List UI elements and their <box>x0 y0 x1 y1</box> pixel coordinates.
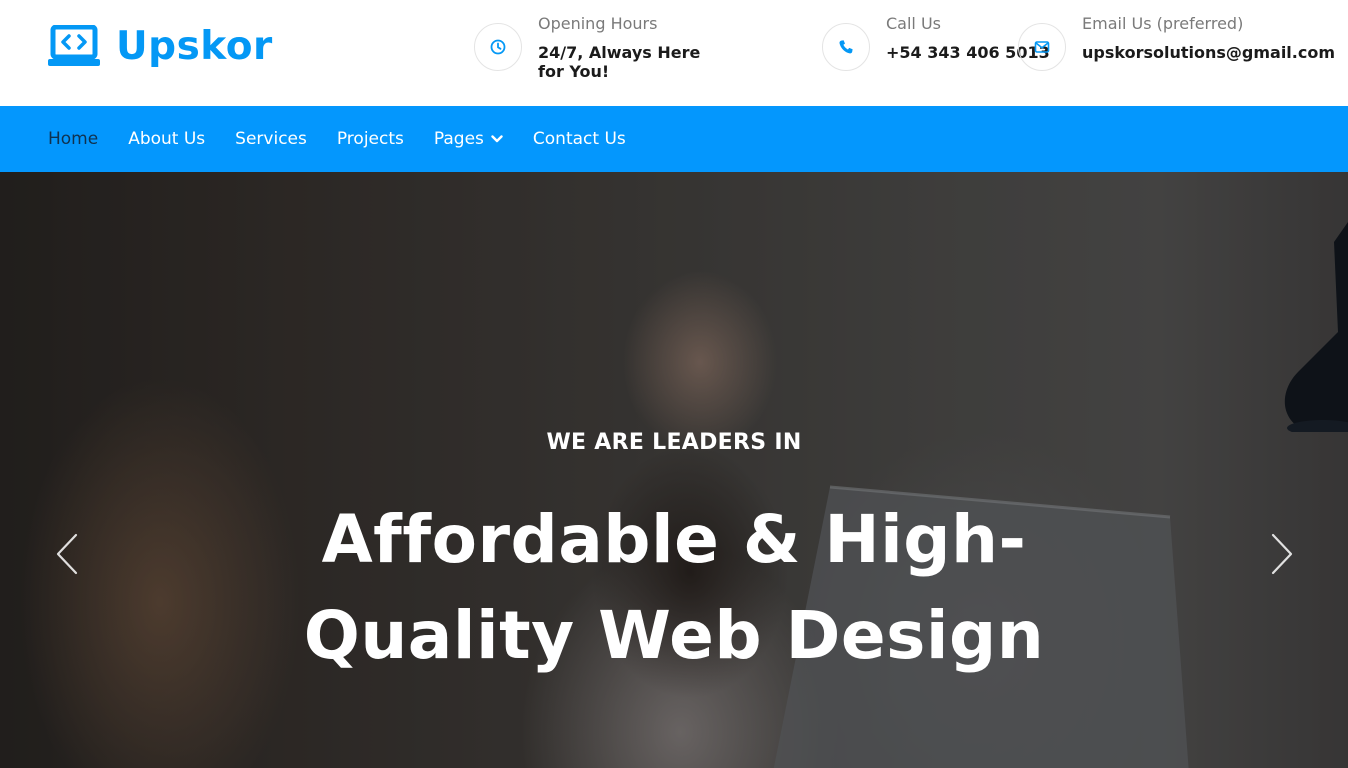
email-address[interactable]: upskorsolutions@gmail.com <box>1082 43 1335 62</box>
laptop-code-icon <box>48 25 100 66</box>
call-us-block: Call Us +54 343 406 5013 <box>822 14 1050 71</box>
nav-item-home[interactable]: Home <box>48 129 98 149</box>
envelope-icon-circle <box>1018 23 1066 71</box>
nav-item-services[interactable]: Services <box>235 129 307 149</box>
email-us-label: Email Us (preferred) <box>1082 14 1244 33</box>
nav-item-pages[interactable]: Pages <box>434 129 503 149</box>
nav-item-about-us[interactable]: About Us <box>128 129 205 149</box>
phone-icon <box>839 40 853 54</box>
opening-hours-label: Opening Hours <box>538 14 658 33</box>
main-nav: Home About Us Services Projects Pages Co… <box>0 106 1348 172</box>
hero-title: Affordable & High-Quality Web Design <box>303 501 1045 674</box>
nav-item-contact-us[interactable]: Contact Us <box>533 129 626 149</box>
envelope-icon <box>1034 41 1050 53</box>
site-header: Upskor Opening Hours 24/7, Always Here f… <box>0 0 1348 106</box>
opening-hours-value: 24/7, Always Here for You! <box>538 43 701 81</box>
chevron-down-icon <box>491 135 503 143</box>
chevron-left-icon[interactable] <box>54 532 80 576</box>
nav-item-projects[interactable]: Projects <box>337 129 404 149</box>
clock-icon-circle <box>474 23 522 71</box>
brand-name: Upskor <box>116 24 273 69</box>
hero-slider: WE ARE LEADERS IN Affordable & High-Qual… <box>0 172 1348 768</box>
chevron-right-icon[interactable] <box>1269 532 1295 576</box>
hero-kicker: WE ARE LEADERS IN <box>546 430 802 455</box>
phone-icon-circle <box>822 23 870 71</box>
nav-menu: Home About Us Services Projects Pages Co… <box>48 106 656 172</box>
email-us-block: Email Us (preferred) upskorsolutions@gma… <box>1018 14 1335 71</box>
opening-hours-block: Opening Hours 24/7, Always Here for You! <box>474 14 714 81</box>
nav-item-pages-label: Pages <box>433 129 484 149</box>
brand-logo[interactable]: Upskor <box>48 24 273 70</box>
clock-icon <box>490 39 506 55</box>
